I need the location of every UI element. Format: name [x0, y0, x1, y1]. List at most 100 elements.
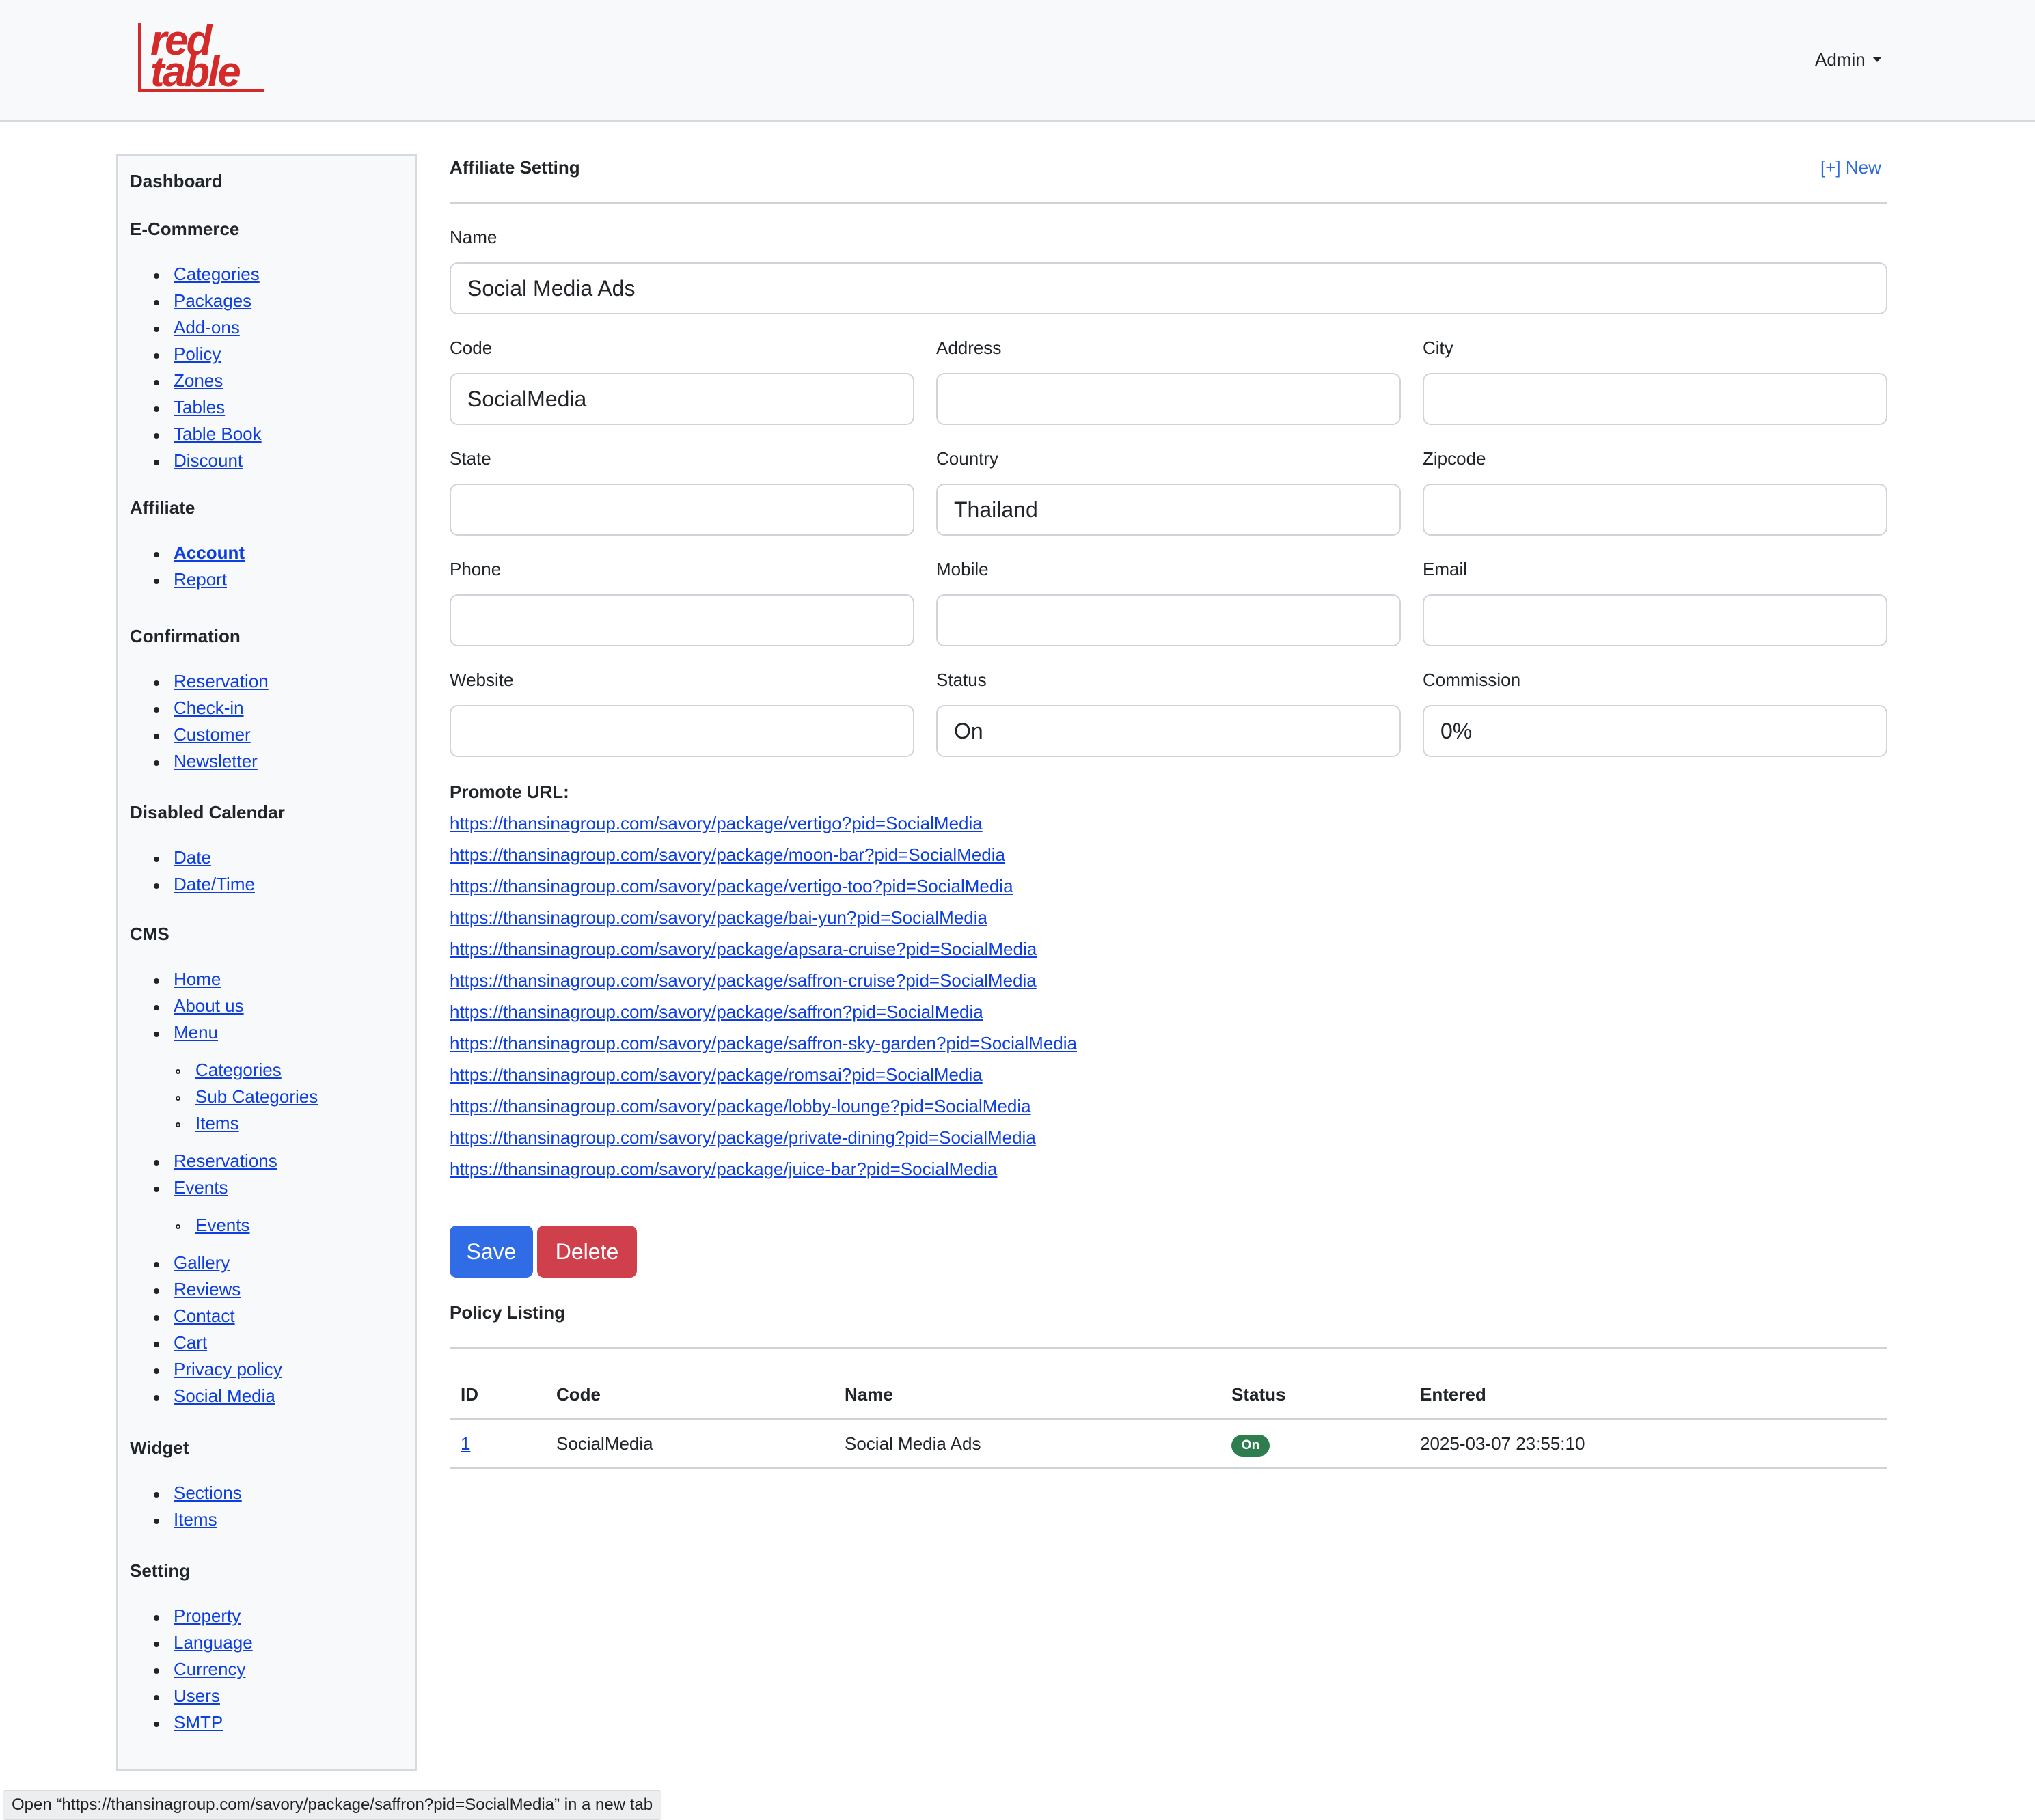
sidebar-subitem-events[interactable]: Events [195, 1215, 250, 1236]
sidebar-item-reservation[interactable]: Reservation [174, 671, 269, 692]
sidebar-item-discount[interactable]: Discount [174, 450, 243, 471]
sidebar-item-add-ons[interactable]: Add-ons [174, 317, 240, 338]
sidebar-item-users[interactable]: Users [174, 1685, 220, 1707]
state-field[interactable] [450, 484, 914, 536]
sidebar-item-events[interactable]: Events [174, 1177, 228, 1198]
code-label: Code [450, 337, 493, 358]
bullet-icon [154, 1288, 159, 1294]
bullet-icon [154, 380, 159, 385]
column-header-name[interactable]: Name [845, 1384, 893, 1405]
sidebar-item-packages[interactable]: Packages [174, 290, 251, 312]
name-field[interactable]: Social Media Ads [450, 262, 1887, 314]
redtable-logo[interactable]: red table [138, 17, 264, 96]
commission-field[interactable]: 0% [1423, 705, 1887, 757]
sidebar-heading-disabled-calendar: Disabled Calendar [130, 802, 285, 823]
promote-url-link[interactable]: https://thansinagroup.com/savory/package… [450, 813, 983, 834]
mobile-field[interactable] [936, 594, 1401, 646]
sidebar-item-reservations[interactable]: Reservations [174, 1150, 277, 1172]
website-field[interactable] [450, 705, 914, 757]
city-field[interactable] [1423, 373, 1887, 425]
admin-label: Admin [1815, 49, 1866, 70]
promote-url-link[interactable]: https://thansinagroup.com/savory/package… [450, 1002, 983, 1023]
sidebar-subitem-sub-categories[interactable]: Sub Categories [195, 1086, 318, 1107]
promote-url-link[interactable]: https://thansinagroup.com/savory/package… [450, 1127, 1036, 1148]
promote-url-link[interactable]: https://thansinagroup.com/savory/package… [450, 907, 987, 928]
column-header-status[interactable]: Status [1231, 1384, 1285, 1405]
sidebar-item-about-us[interactable]: About us [174, 995, 244, 1017]
promote-url-link[interactable]: https://thansinagroup.com/savory/package… [450, 1033, 1077, 1054]
sidebar-item-categories[interactable]: Categories [174, 264, 260, 285]
promote-url-link[interactable]: https://thansinagroup.com/savory/package… [450, 939, 1037, 960]
phone-field[interactable] [450, 594, 914, 646]
sidebar-item-tables[interactable]: Tables [174, 397, 225, 418]
sidebar-item-zones[interactable]: Zones [174, 370, 223, 391]
bullet-icon [154, 1187, 159, 1192]
country-field[interactable]: Thailand [936, 484, 1401, 536]
sidebar-item-policy[interactable]: Policy [174, 344, 221, 365]
promote-url-label: Promote URL: [450, 782, 569, 802]
row-id-link[interactable]: 1 [461, 1433, 470, 1454]
sidebar-item-smtp[interactable]: SMTP [174, 1712, 223, 1733]
sidebar-item-customer[interactable]: Customer [174, 724, 251, 745]
promote-url-link[interactable]: https://thansinagroup.com/savory/package… [450, 1096, 1031, 1117]
status-label: Status [936, 670, 987, 690]
circle-bullet-icon [176, 1122, 180, 1127]
bullet-icon [154, 1315, 159, 1321]
sidebar-heading-ecommerce: E-Commerce [130, 219, 240, 239]
promote-url-link[interactable]: https://thansinagroup.com/savory/package… [450, 876, 1013, 897]
sidebar-item-reviews[interactable]: Reviews [174, 1279, 241, 1300]
sidebar-item-social-media[interactable]: Social Media [174, 1385, 275, 1407]
sidebar-item-home[interactable]: Home [174, 969, 221, 990]
sidebar-item-sections[interactable]: Sections [174, 1483, 242, 1504]
column-header-code[interactable]: Code [556, 1384, 601, 1405]
new-affiliate-link[interactable]: [+] New [1820, 157, 1881, 178]
admin-dropdown[interactable]: Admin [1815, 49, 1882, 70]
delete-button[interactable]: Delete [537, 1226, 637, 1278]
sidebar-heading-confirmation: Confirmation [130, 626, 241, 646]
promote-url-link[interactable]: https://thansinagroup.com/savory/package… [450, 1064, 983, 1086]
sidebar-item-language[interactable]: Language [174, 1632, 253, 1653]
sidebar-item-table-book[interactable]: Table Book [174, 424, 262, 445]
bullet-icon [154, 1695, 159, 1700]
sidebar-item-date[interactable]: Date [174, 847, 211, 868]
sidebar-subitem-menu-categories[interactable]: Categories [195, 1060, 282, 1081]
sidebar-item-newsletter[interactable]: Newsletter [174, 751, 258, 772]
name-label: Name [450, 227, 497, 247]
sidebar-item-menu[interactable]: Menu [174, 1022, 218, 1043]
sidebar-item-date-time[interactable]: Date/Time [174, 874, 255, 895]
sidebar-item-account[interactable]: Account [174, 542, 245, 564]
sidebar-item-cart[interactable]: Cart [174, 1332, 207, 1353]
email-field[interactable] [1423, 594, 1887, 646]
bullet-icon [154, 327, 159, 332]
status-select[interactable]: On [936, 705, 1401, 757]
bullet-icon [154, 579, 159, 584]
sidebar-item-currency[interactable]: Currency [174, 1659, 245, 1680]
address-label: Address [936, 337, 1002, 358]
bullet-icon [154, 680, 159, 686]
sidebar-item-contact[interactable]: Contact [174, 1306, 235, 1327]
column-header-id[interactable]: ID [461, 1384, 478, 1405]
mobile-label: Mobile [936, 559, 989, 579]
divider [450, 202, 1887, 204]
promote-url-link[interactable]: https://thansinagroup.com/savory/package… [450, 1159, 997, 1180]
promote-url-link[interactable]: https://thansinagroup.com/savory/package… [450, 970, 1037, 991]
sidebar-item-gallery[interactable]: Gallery [174, 1252, 230, 1273]
code-field[interactable]: SocialMedia [450, 373, 914, 425]
bullet-icon [154, 1342, 159, 1347]
column-header-entered[interactable]: Entered [1420, 1384, 1486, 1405]
sidebar-item-property[interactable]: Property [174, 1605, 241, 1627]
save-button[interactable]: Save [450, 1226, 533, 1278]
sidebar-heading-widget: Widget [130, 1437, 189, 1458]
zipcode-field[interactable] [1423, 484, 1887, 536]
sidebar-item-privacy-policy[interactable]: Privacy policy [174, 1359, 282, 1380]
bullet-icon [154, 707, 159, 713]
address-field[interactable] [936, 373, 1401, 425]
promote-url-link[interactable]: https://thansinagroup.com/savory/package… [450, 844, 1005, 866]
sidebar-item-check-in[interactable]: Check-in [174, 698, 244, 719]
bullet-icon [154, 1005, 159, 1010]
bullet-icon [154, 734, 159, 739]
sidebar-item-report[interactable]: Report [174, 569, 227, 590]
sidebar-dashboard[interactable]: Dashboard [130, 171, 223, 192]
sidebar-subitem-menu-items[interactable]: Items [195, 1113, 239, 1134]
sidebar-item-widget-items[interactable]: Items [174, 1509, 217, 1530]
